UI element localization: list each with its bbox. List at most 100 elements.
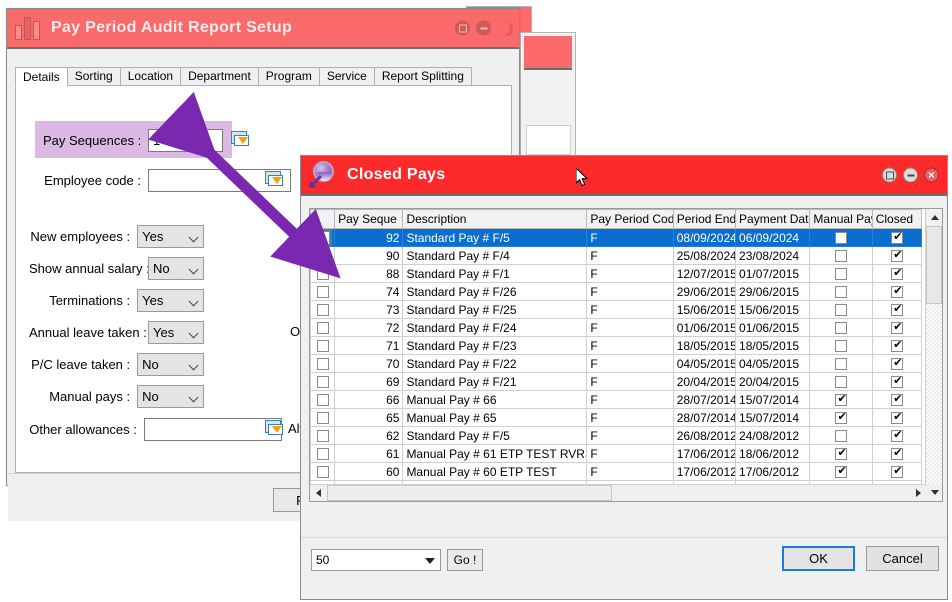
checkbox-icon[interactable] [835,340,847,352]
cell-select[interactable] [311,391,335,409]
cell-manual-pay[interactable] [810,355,872,373]
pc-leave-taken-select[interactable]: No [137,353,204,376]
ok-button[interactable]: OK [782,546,855,571]
checkbox-icon[interactable] [891,232,903,244]
checkbox-icon[interactable] [835,358,847,370]
checkbox-icon[interactable] [317,358,329,370]
checkbox-icon[interactable] [835,232,847,244]
checkbox-icon[interactable] [835,304,847,316]
table-row[interactable]: 69Standard Pay # F/21F20/04/201520/04/20… [311,373,922,391]
cell-select[interactable] [311,355,335,373]
scroll-right-button[interactable] [910,485,927,501]
checkbox-icon[interactable] [891,322,903,334]
checkbox-icon[interactable] [891,376,903,388]
new-employees-select[interactable]: Yes [137,225,204,248]
cell-closed[interactable] [872,301,921,319]
cell-manual-pay[interactable] [810,229,872,247]
grid-horizontal-scrollbar[interactable] [310,484,927,501]
checkbox-icon[interactable] [891,394,903,406]
cell-closed[interactable] [872,265,921,283]
cell-manual-pay[interactable] [810,319,872,337]
maximize-icon[interactable] [455,21,470,36]
cell-closed[interactable] [872,391,921,409]
other-allowances-lookup-icon[interactable] [265,420,284,437]
cell-closed[interactable] [872,319,921,337]
checkbox-icon[interactable] [317,340,329,352]
close-icon[interactable] [924,168,939,183]
manual-pays-select[interactable]: No [137,385,204,408]
table-row[interactable]: 74Standard Pay # F/26F29/06/201529/06/20… [311,283,922,301]
cell-select[interactable] [311,409,335,427]
tab-service[interactable]: Service [319,67,375,86]
col-period-end[interactable]: Period End [673,210,735,229]
table-row[interactable]: 62Standard Pay # F/5F26/08/201224/08/201… [311,427,922,445]
cell-closed[interactable] [872,463,921,481]
cell-manual-pay[interactable] [810,463,872,481]
tab-department[interactable]: Department [180,67,259,86]
cell-manual-pay[interactable] [810,337,872,355]
checkbox-icon[interactable] [835,466,847,478]
checkbox-icon[interactable] [835,430,847,442]
checkbox-icon[interactable] [891,250,903,262]
moon-icon[interactable] [497,21,511,36]
vertical-scroll-track[interactable] [926,304,942,484]
checkbox-icon[interactable] [317,268,329,280]
other-allowances-input[interactable] [144,418,282,441]
cell-select[interactable] [311,445,335,463]
cell-manual-pay[interactable] [810,373,872,391]
col-manual-pay[interactable]: Manual Pay [810,210,872,229]
cell-select[interactable] [311,427,335,445]
checkbox-icon[interactable] [317,430,329,442]
checkbox-icon[interactable] [891,412,903,424]
col-closed[interactable]: Closed [872,210,921,229]
table-row[interactable]: 90Standard Pay # F/4F25/08/202423/08/202… [311,247,922,265]
checkbox-icon[interactable] [317,286,329,298]
checkbox-icon[interactable] [891,286,903,298]
minimize-icon[interactable] [903,168,918,183]
page-size-select[interactable]: 50 [311,549,441,571]
pay-sequences-lookup-icon[interactable] [231,131,250,148]
table-row[interactable]: 73Standard Pay # F/25F15/06/201515/06/20… [311,301,922,319]
checkbox-icon[interactable] [891,466,903,478]
cell-closed[interactable] [872,427,921,445]
closed-pays-titlebar[interactable]: Closed Pays [301,156,947,196]
table-row[interactable]: 92Standard Pay # F/5F08/09/202406/09/202… [311,229,922,247]
checkbox-icon[interactable] [835,448,847,460]
table-row[interactable]: 72Standard Pay # F/24F01/06/201501/06/20… [311,319,922,337]
col-description[interactable]: Description [403,210,587,229]
cell-manual-pay[interactable] [810,427,872,445]
cancel-button[interactable]: Cancel [866,546,939,571]
closed-pays-grid[interactable]: Pay Seque Description Pay Period Code Pe… [309,208,943,502]
cell-select[interactable] [311,283,335,301]
cell-select[interactable] [311,463,335,481]
checkbox-icon[interactable] [316,231,330,245]
cell-select[interactable] [311,337,335,355]
scroll-down-button[interactable] [926,484,943,501]
table-row[interactable]: 61Manual Pay # 61 ETP TEST RVRSF17/06/20… [311,445,922,463]
minimize-icon[interactable] [476,21,491,36]
checkbox-icon[interactable] [317,322,329,334]
table-row[interactable]: 71Standard Pay # F/23F18/05/201518/05/20… [311,337,922,355]
col-payment-date[interactable]: Payment Date [736,210,810,229]
col-select[interactable] [311,210,335,229]
cell-closed[interactable] [872,373,921,391]
employee-code-lookup-icon[interactable] [265,171,284,188]
cell-closed[interactable] [872,247,921,265]
checkbox-icon[interactable] [317,394,329,406]
cell-select[interactable] [311,229,335,247]
col-pay-seque[interactable]: Pay Seque [335,210,403,229]
tab-location[interactable]: Location [120,67,181,86]
checkbox-icon[interactable] [835,394,847,406]
cell-manual-pay[interactable] [810,301,872,319]
checkbox-icon[interactable] [835,412,847,424]
vertical-scroll-thumb[interactable] [926,226,942,304]
show-annual-salary-select[interactable]: No [148,257,204,280]
maximize-icon[interactable] [882,168,897,183]
scroll-left-button[interactable] [310,485,327,501]
cell-select[interactable] [311,265,335,283]
cell-closed[interactable] [872,445,921,463]
checkbox-icon[interactable] [317,304,329,316]
checkbox-icon[interactable] [835,250,847,262]
table-row[interactable]: 70Standard Pay # F/22F04/05/201504/05/20… [311,355,922,373]
checkbox-icon[interactable] [317,250,329,262]
